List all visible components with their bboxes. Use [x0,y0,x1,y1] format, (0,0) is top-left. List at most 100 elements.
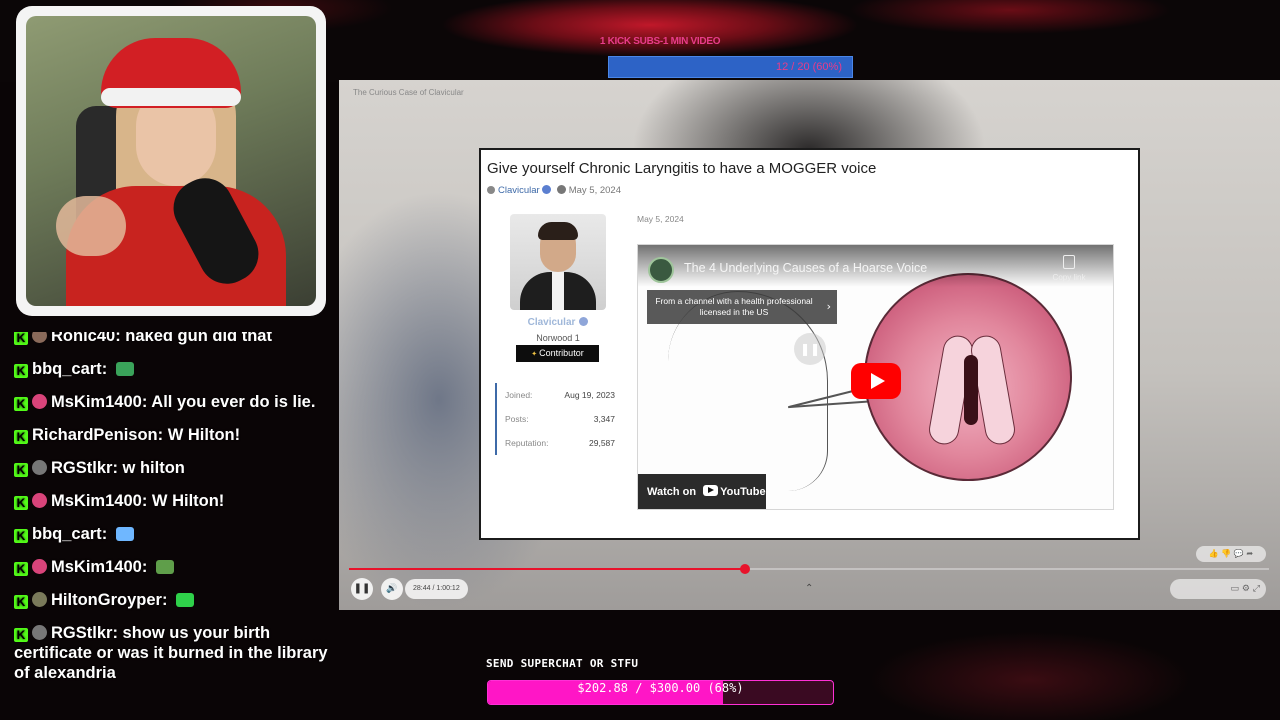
copy-link-button[interactable]: Copy link [1039,255,1099,282]
avatar[interactable] [510,214,606,310]
post-meta: Clavicular May 5, 2024 [487,185,621,196]
kick-badge-icon: K [14,529,28,543]
webcam-feed [26,16,316,306]
emote-diamond-icon [115,527,134,541]
stat-value: 29,587 [589,438,615,448]
star-icon: ✦ [531,351,538,358]
role-label: Contributor [539,348,584,358]
kick-badge-icon: K [14,628,28,642]
copy-icon [1063,255,1075,269]
stat-value: Aug 19, 2023 [564,390,615,400]
bottom-glitter [830,610,1280,720]
chat-username[interactable]: RichardPenison [32,426,158,444]
stat-row: Joined: Aug 19, 2023 [497,383,615,407]
chat-username[interactable]: bbq_cart [32,525,102,543]
chat-username[interactable]: RGStlkr [51,624,112,642]
volume-button[interactable]: 🔊 [381,578,403,600]
profile-name[interactable]: Clavicular [510,317,606,328]
verified-icon [541,185,551,194]
chat-user-badge-icon [32,332,47,343]
verified-icon [579,317,589,326]
reaction-icons[interactable]: 👍 👎 💬 ➦ [1196,546,1266,562]
chat-username[interactable]: RGStlkr [51,459,112,477]
stat-value: 3,347 [593,414,615,424]
sub-goal-progress-text: 12 / 20 (60%) [775,61,842,73]
profile-stats: Joined: Aug 19, 2023 Posts: 3,347 Reputation… [495,383,615,455]
youtube-play-button[interactable] [851,363,901,399]
chat-username[interactable]: MsKim1400 [51,393,142,411]
stat-label: Joined: [505,390,533,400]
chat-text: naked gun did that [125,332,272,345]
chat-user-badge-icon [32,493,47,508]
emote-green-heart-icon [176,593,195,607]
health-info-panel[interactable]: From a channel with a health professiona… [647,290,837,324]
watch-on-youtube-button[interactable]: Watch on YouTube [638,474,766,509]
channel-avatar[interactable] [648,257,674,283]
user-icon [487,186,495,194]
kick-badge-icon: K [14,496,28,510]
chat-username[interactable]: MsKim1400 [51,492,142,510]
kick-badge-icon: K [14,562,28,576]
kick-badge-icon: K [14,430,28,444]
chat-message: K Ronic40: naked gun did that [10,332,330,346]
youtube-embed[interactable]: The 4 Underlying Causes of a Hoarse Voic… [637,244,1114,510]
chat-message: K RGStlkr: show us your birth certificate… [14,624,328,682]
chat-message: K RichardPenison: W Hilton! [10,425,330,445]
chat-username[interactable]: bbq_cart [32,360,102,378]
role-badge: ✦ Contributor [516,345,599,362]
post-author-link[interactable]: Clavicular [498,185,540,196]
health-info-text: From a channel with a health professiona… [655,296,813,317]
chevron-right-icon: › [826,300,831,313]
chat-message: Kbbq_cart: [10,359,330,379]
superchat-progress-text: $202.88 / $300.00 (68%) [577,681,744,695]
post-date: May 5, 2024 [568,185,622,196]
webcam-frame [16,6,326,316]
watch-on-label: Watch on [647,486,697,498]
stat-label: Reputation: [505,438,549,448]
chat-username[interactable]: HiltonGroyper [51,591,162,609]
chat-message: K MsKim1400: All you ever do is lie. [10,392,330,412]
profile-name-text: Clavicular [527,317,576,328]
stat-label: Posts: [505,414,529,424]
kick-badge-icon: K [14,463,28,477]
stat-row: Posts: 3,347 [497,407,615,431]
youtube-logo-icon [703,485,719,496]
chat-text: W Hilton! [151,492,225,510]
chat-username[interactable]: MsKim1400 [51,558,142,576]
superchat-label: SEND SUPERCHAT OR STFU [486,657,639,670]
chat-user-badge-icon [32,394,47,409]
chat-panel: K Ronic40: naked gun did that Kbbq_cart: K… [10,332,330,720]
copy-link-label: Copy link [1052,273,1086,282]
chat-text: w hilton [122,459,185,477]
profile-subtitle: Norwood 1 [536,333,580,343]
chevron-up-icon[interactable]: ⌃ [805,583,813,594]
chat-message: K HiltonGroyper: [10,590,330,610]
youtube-video-title[interactable]: The 4 Underlying Causes of a Hoarse Voic… [684,261,927,275]
pause-icon: ❚❚ [794,333,826,365]
chat-message: K MsKim1400: [10,557,330,577]
sub-goal-progress-bar: 12 / 20 (60%) [608,56,853,78]
sub-goal-label: 1 KICK SUBS-1 MIN VIDEO [599,36,721,47]
kick-badge-icon: K [14,397,28,411]
video-progress-fill [349,568,745,570]
kick-badge-icon: K [14,364,28,378]
chat-user-badge-icon [32,460,47,475]
youtube-wordmark: YouTube [720,486,766,498]
post-title: Give yourself Chronic Laryngitis to have… [487,160,877,177]
chat-message: Kbbq_cart: [10,524,330,544]
superchat-progress-bar: $202.88 / $300.00 (68%) [487,680,834,705]
pause-button[interactable]: ❚❚ [351,578,373,600]
kick-badge-icon: K [14,595,28,609]
video-scrubber-knob[interactable] [739,564,750,574]
clock-icon [556,185,566,194]
post-body-date: May 5, 2024 [637,214,684,224]
chat-message: K MsKim1400: W Hilton! [10,491,330,511]
chat-username[interactable]: Ronic40 [51,332,115,345]
video-time: 28:44 / 1:00:12 [405,579,468,599]
forum-post: Give yourself Chronic Laryngitis to have… [479,148,1140,540]
video-progress-bar[interactable] [349,564,1269,574]
kick-badge-icon: K [14,332,28,345]
chat-text: W Hilton! [167,426,241,444]
player-settings-controls[interactable]: ▭ ⚙ ⤢ [1170,579,1266,599]
chat-user-badge-icon [32,625,47,640]
